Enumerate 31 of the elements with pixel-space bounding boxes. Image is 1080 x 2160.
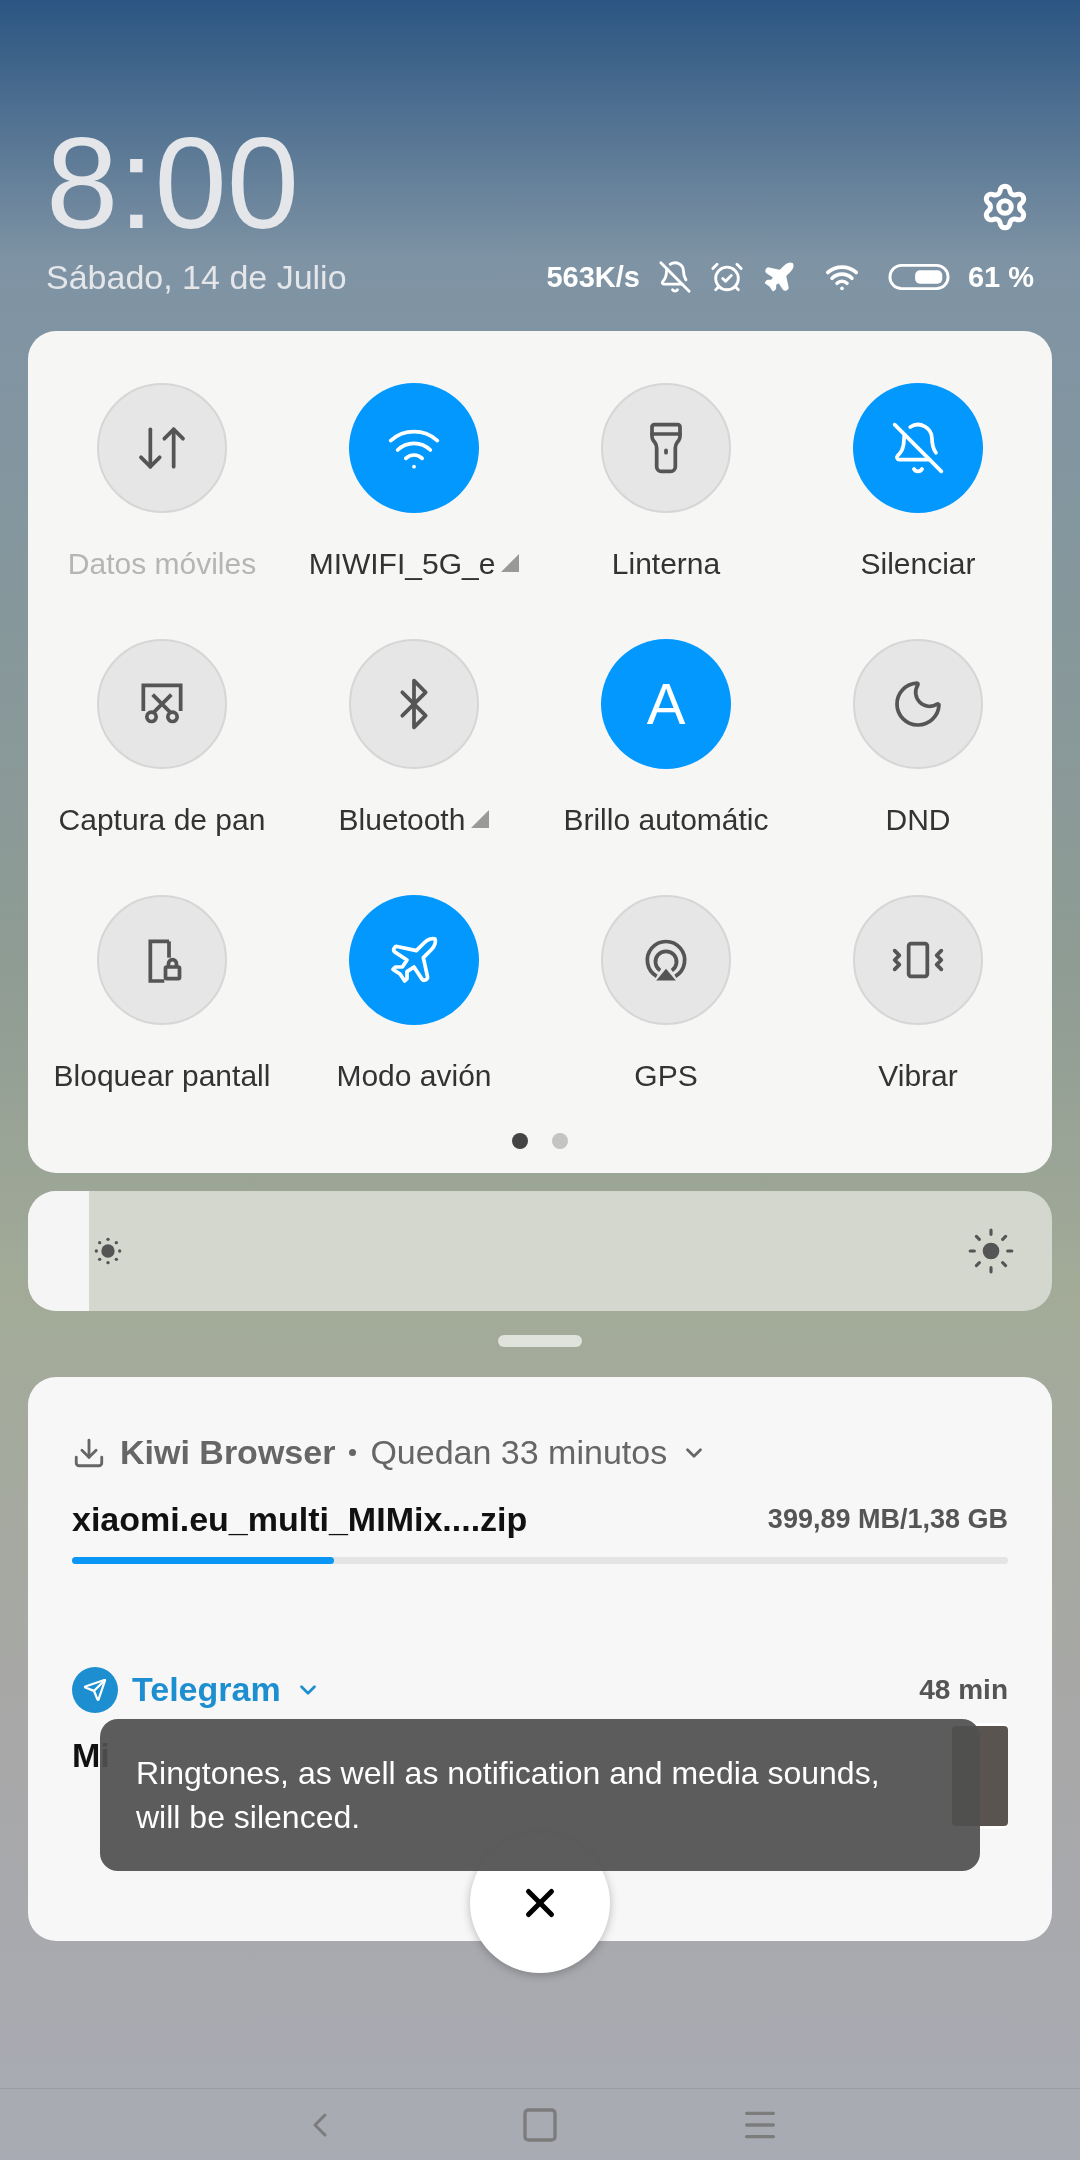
toggle-label: DND: [885, 801, 951, 838]
toast-message: Ringtones, as well as notification and media sounds, will be silenced.: [100, 1719, 980, 1871]
app-name: Telegram: [132, 1669, 281, 1710]
time-remaining: Quedan 33 minutos: [370, 1432, 668, 1473]
toggle-label: Bloquear pantall: [53, 1057, 271, 1094]
bell-off-icon: [890, 420, 946, 476]
brightness-slider[interactable]: [28, 1191, 1052, 1311]
notification-time: 48 min: [919, 1672, 1008, 1707]
toggle-button[interactable]: A: [601, 639, 731, 769]
toggle-label: GPS: [634, 1057, 698, 1094]
toggle-label: Brillo automátic: [563, 801, 769, 838]
toggle-label: Vibrar: [878, 1057, 958, 1094]
download-size: 399,89 MB/1,38 GB: [767, 1503, 1008, 1537]
telegram-icon: [72, 1666, 118, 1713]
date-text: Sábado, 14 de Julio: [46, 257, 347, 298]
battery-percent: 61 %: [967, 259, 1034, 295]
clock-time: 8:00: [46, 118, 301, 248]
bell-off-icon: [657, 260, 692, 295]
toggle-label: Modo avión: [336, 1057, 492, 1094]
network-speed: 563K/s: [546, 259, 640, 295]
toggle-label: Silenciar: [860, 545, 976, 582]
toggle-label: Bluetooth: [338, 801, 466, 838]
toggle-label: MIWIFI_5G_e: [308, 545, 496, 582]
toggle-label: Captura de pan: [58, 801, 266, 838]
sun-large-icon: [966, 1226, 1016, 1276]
toggle-label: Datos móviles: [67, 545, 257, 582]
toggle-label: Linterna: [611, 545, 721, 582]
app-name: Kiwi Browser: [120, 1432, 336, 1473]
battery-icon: [887, 263, 950, 292]
file-name: xiaomi.eu_multi_MIMix....zip: [72, 1499, 528, 1540]
drag-handle[interactable]: [498, 1335, 582, 1347]
